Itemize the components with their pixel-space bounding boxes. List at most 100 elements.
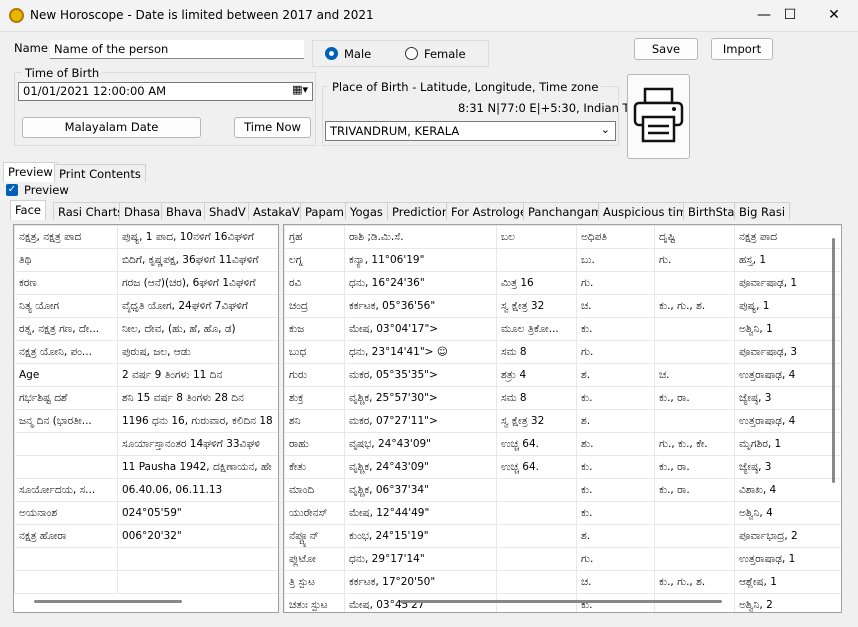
- table-cell: ಸೂರ್ಯಾಸ್ತಾನಂತರ 14ಘಳಿಗೆ 33ವಿಘಳಿ: [117, 432, 278, 456]
- table-cell: ಮೇಷ, 03°04'17">: [344, 317, 497, 341]
- table-cell: ಕು., ಗು., ಶ.: [654, 570, 735, 594]
- table-cell: ಸೂರ್ಯೋದಯ, ಸ...: [14, 478, 118, 502]
- import-button[interactable]: Import: [711, 38, 773, 60]
- place-value: TRIVANDRUM, KERALA: [330, 124, 460, 138]
- tab-prediction[interactable]: Prediction: [387, 202, 455, 220]
- tab-dhasa[interactable]: Dhasa: [119, 202, 166, 220]
- table-cell: ಮಕರ, 07°27'11">: [344, 409, 497, 433]
- table-cell: ಪೂರ್ವಾಭಾದ್ರ, 2: [734, 524, 841, 548]
- table-cell: ಧನು, 16°24'36": [344, 271, 497, 295]
- table-row: ರವಿ ಧನು, 16°24'36" ಮಿತ್ರ 16 ಗು. ಪೂರ್ವಾಷಾಢ, 1: [284, 271, 841, 295]
- table-cell: ಉಚ್ಚ 64.: [496, 455, 577, 479]
- table-cell: [14, 570, 118, 594]
- table-cell: ಮೂಲ ತ್ರಿಕೋ...: [496, 317, 577, 341]
- tab-preview[interactable]: Preview: [3, 162, 58, 182]
- female-label: Female: [424, 47, 466, 61]
- tab-big-rasi[interactable]: Big Rasi: [734, 202, 791, 220]
- table-row: ಜನ್ಮ ದಿನ (ಭಾರತೀ... 1196 ಧನು 16, ಗುರುವಾರ, …: [14, 409, 278, 433]
- table-row: ನಿತ್ಯ ಯೋಗ ವೈಧೃತಿ ಯೋಗ, 24ಘಳಿಗೆ 7ವಿಘಳಿಗೆ: [14, 294, 278, 318]
- table-cell: [654, 340, 735, 364]
- table-cell: ಅಶ್ವಿನಿ, 2: [734, 593, 841, 612]
- male-radio[interactable]: [325, 47, 338, 60]
- table-cell: ಚಂದ್ರ: [284, 294, 345, 318]
- calendar-dropdown-icon[interactable]: ▦▾: [292, 83, 308, 96]
- table-cell: ಪುಷ್ಯ, 1 ಪಾದ, 10ನಳಿಗೆ 16ವಿಘಳಿಗೆ: [117, 225, 278, 249]
- table-cell: ವೃಶ್ಚಿಕ, 25°57'30">: [344, 386, 497, 410]
- table-row: ಬುಧ ಧನು, 23°14'41"> ☺ ಸಮ 8 ಗು. ಪೂರ್ವಾಷಾಢ, 3: [284, 340, 841, 364]
- table-cell: ಪ್ಲುಟೋ: [284, 547, 345, 571]
- preview-checkbox[interactable]: ✓: [6, 184, 18, 196]
- table-cell: ಮಿತ್ರ 16: [496, 271, 577, 295]
- close-button[interactable]: ✕: [812, 0, 856, 30]
- table-cell: ಕು.: [576, 386, 655, 410]
- table-cell: ಕುಜ: [284, 317, 345, 341]
- table-cell: [496, 501, 577, 525]
- time-now-button[interactable]: Time Now: [234, 117, 311, 138]
- vertical-scrollbar[interactable]: [832, 238, 835, 483]
- save-button[interactable]: Save: [634, 38, 698, 60]
- tab-panchangam[interactable]: Panchangam: [523, 202, 608, 220]
- tab-shadv[interactable]: ShadV: [204, 202, 251, 220]
- table-cell: ಜನ್ಮ ದಿನ (ಭಾರತೀ...: [14, 409, 118, 433]
- table-row: ನೆಪ್ಚ್ಯೂನ್ ಕುಂಭ, 24°15'19" ಶ. ಪೂರ್ವಾಭಾದ್ರ, …: [284, 524, 841, 548]
- print-button[interactable]: [627, 74, 690, 159]
- table-row: ನಕ್ಷತ್ರ ಹೋರಾ 006°20'32": [14, 524, 278, 548]
- table-cell: ಲಗ್ನ: [284, 248, 345, 272]
- table-cell: ನೆಪ್ಚ್ಯೂನ್: [284, 524, 345, 548]
- table-cell: [117, 570, 278, 594]
- table-cell: ಬಿದಿಗೆ, ಕೃಷ್ಣಪಕ್ಷ, 36ಘಳಿಗೆ 11ವಿಘಳಿಗೆ: [117, 248, 278, 272]
- table-cell: ಅಶ್ವಿನಿ, 1: [734, 317, 841, 341]
- table-cell: ಸ್ವ ಕ್ಷೇತ್ರ 32: [496, 294, 577, 318]
- table-cell: ಜ್ಯೇಷ್ಠ, 3: [734, 386, 841, 410]
- tab-rasi-charts[interactable]: Rasi Charts: [53, 202, 129, 220]
- table-row: ಗ್ರಹ ರಾಶಿ ;ಡಿ.ಮಿ.ಸೆ. ಬಲ ಅಧಿಪತಿ ದೃಷ್ಟಿ ನಕ್ಷತ್ರ…: [284, 225, 841, 249]
- table-cell: ವೈಧೃತಿ ಯೋಗ, 24ಘಳಿಗೆ 7ವಿಘಳಿಗೆ: [117, 294, 278, 318]
- table-cell: [14, 432, 118, 456]
- table-cell: [654, 501, 735, 525]
- table-cell: ನೀಲ, ದೇವ, (ಹು, ಹೆ, ಹೊ, ಡ): [117, 317, 278, 341]
- table-row: ರತ್ನ, ನಕ್ಷತ್ರ ಗಣ, ದೇ... ನೀಲ, ದೇವ, (ಹು, ಹೆ…: [14, 317, 278, 341]
- table-cell: ಶ.: [576, 524, 655, 548]
- table-cell: ಗು.: [576, 547, 655, 571]
- table-cell: [654, 524, 735, 548]
- table-cell: [496, 524, 577, 548]
- tab-papam[interactable]: Papam: [300, 202, 350, 220]
- table-cell: ಅಧಿಪತಿ: [576, 225, 655, 249]
- name-input[interactable]: Name of the person: [50, 40, 304, 59]
- table-cell: ಕು.: [576, 317, 655, 341]
- table-cell: ತ್ರಿ ಸ್ಪುಟ: [284, 570, 345, 594]
- printer-icon: [633, 87, 684, 143]
- tab-astakav[interactable]: AstakaV: [248, 202, 305, 220]
- place-of-birth-label: Place of Birth - Latitude, Longitude, Ti…: [329, 80, 602, 94]
- malayalam-date-button[interactable]: Malayalam Date: [22, 117, 201, 138]
- horizontal-scrollbar[interactable]: [34, 600, 182, 603]
- place-select[interactable]: TRIVANDRUM, KERALA ⌄: [325, 121, 616, 141]
- table-cell: ಹಸ್ತ, 1: [734, 248, 841, 272]
- table-cell: ಶನಿ 15 ವರ್ಷ 8 ತಿಂಗಳು 28 ದಿನ: [117, 386, 278, 410]
- male-label: Male: [344, 47, 372, 61]
- table-cell: ಪೂರ್ವಾಷಾಢ, 3: [734, 340, 841, 364]
- tab-print-contents[interactable]: Print Contents: [54, 164, 146, 182]
- table-cell: ನಕ್ಷತ್ರ ಪಾದ: [734, 225, 841, 249]
- table-row: ಶನಿ ಮಕರ, 07°27'11"> ಸ್ವ ಕ್ಷೇತ್ರ 32 ಶ. ಉತ್ತರಾ…: [284, 409, 841, 433]
- table-cell: ಉತ್ತರಾಷಾಢ, 4: [734, 409, 841, 433]
- table-cell: [654, 409, 735, 433]
- table-row: ತ್ರಿ ಸ್ಪುಟ ಕರ್ಕಟಕ, 17°20'50" ಚ. ಕು., ಗು., ಶ…: [284, 570, 841, 594]
- panchanga-panel: ನಕ್ಷತ್ರ, ನಕ್ಷತ್ರ ಪಾದ ಪುಷ್ಯ, 1 ಪಾದ, 10ನಳಿಗ…: [13, 224, 279, 613]
- table-cell: ಬು.: [576, 248, 655, 272]
- table-cell: [14, 547, 118, 571]
- horizontal-scrollbar[interactable]: [400, 600, 722, 603]
- female-radio[interactable]: [405, 47, 418, 60]
- maximize-button[interactable]: ☐: [768, 0, 812, 30]
- table-cell: ಪೂರ್ವಾಷಾಢ, 1: [734, 271, 841, 295]
- table-cell: ಕು.: [576, 478, 655, 502]
- datetime-picker[interactable]: 01/01/2021 12:00:00 AM ▦▾: [18, 82, 313, 101]
- table-cell: ರಾಹು: [284, 432, 345, 456]
- table-cell: ಚತುಃ ಸ್ಪುಟ: [284, 593, 345, 612]
- table-cell: ಗ್ರಹ: [284, 225, 345, 249]
- tab-bhava[interactable]: Bhava: [161, 202, 208, 220]
- table-cell: [654, 271, 735, 295]
- tab-yogas[interactable]: Yogas: [345, 202, 388, 220]
- tab-face[interactable]: Face: [10, 200, 47, 220]
- table-row: ನಕ್ಷತ್ರ ಯೋನಿ, ಪಂ... ಪುರುಷ, ಜಲ, ಆಡು: [14, 340, 278, 364]
